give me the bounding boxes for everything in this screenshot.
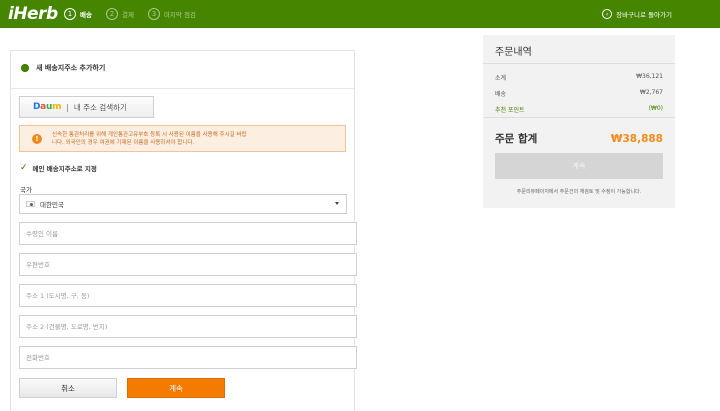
divider (483, 63, 675, 64)
step-label: 배송 (80, 11, 92, 19)
country-label: 국가 (20, 186, 32, 194)
shipping-row: 배송 ₩2,767 (495, 89, 663, 98)
daum-logo: Daum (33, 102, 62, 112)
chevron-down-icon (335, 202, 339, 205)
step-number: 3 (147, 8, 160, 20)
summary-continue-button[interactable]: 계속 (495, 153, 663, 179)
step-payment: 2 결제 (105, 8, 134, 20)
order-total-label: 주문 합계 (495, 133, 538, 145)
row-label: 추천 포인트 (495, 107, 525, 114)
recipient-name-input[interactable] (19, 222, 357, 245)
country-select[interactable]: 대한민국 (19, 194, 347, 214)
new-address-radio[interactable] (21, 64, 29, 72)
step-final-review: 3 마지막 점검 (147, 8, 196, 20)
chevron-left-icon: ‹ (602, 9, 613, 19)
summary-title: 주문내역 (495, 47, 532, 58)
new-address-header[interactable]: 새 배송지주소 추가하기 (21, 63, 105, 73)
row-label: 배송 (495, 91, 507, 98)
address-line-1-input[interactable] (19, 284, 357, 307)
postal-code-input[interactable] (19, 253, 357, 276)
name-notice: ! 신속한 통관처리를 위해 개인통관고유부호 등록 시 사용된 이름을 사용해… (19, 125, 346, 152)
checkout-steps: 1 배송 2 결제 3 마지막 점검 (64, 8, 210, 20)
default-address-checkbox[interactable]: ✓ 메인 배송지주소로 지정 (20, 163, 97, 173)
summary-note: 주문리뷰페이지에서 주문건의 재검토 및 수정이 가능합니다. (516, 189, 642, 195)
divider (11, 88, 354, 89)
iherb-logo[interactable]: iHerb (8, 4, 58, 24)
notice-text: 신속한 통관처리를 위해 개인통관고유부호 등록 시 사용된 이름을 사용해 주… (52, 131, 247, 147)
back-to-cart-link[interactable]: ‹ 장바구니로 돌아가기 (602, 9, 672, 19)
daum-address-search-button[interactable]: Daum | 내 주소 검색하기 (19, 96, 154, 118)
country-value: 대한민국 (40, 201, 64, 209)
row-label: 소계 (495, 75, 507, 82)
warning-icon: ! (32, 133, 42, 144)
step-shipping: 1 배송 (64, 8, 92, 20)
row-value: (₩0) (648, 105, 663, 112)
step-number: 2 (105, 8, 118, 20)
shipping-address-panel: 새 배송지주소 추가하기 Daum | 내 주소 검색하기 ! 신속한 통관처리… (10, 50, 357, 411)
step-label: 결제 (121, 11, 134, 19)
continue-button[interactable]: 계속 (127, 378, 225, 398)
cancel-button[interactable]: 취소 (19, 378, 117, 398)
reward-points-row: 추천 포인트 (₩0) (495, 105, 663, 114)
back-to-cart-label: 장바구니로 돌아가기 (616, 11, 672, 19)
korea-flag-icon (26, 201, 35, 207)
notice-line-1: 신속한 통관처리를 위해 개인통관고유부호 등록 시 사용된 이름을 사용해 주… (52, 131, 247, 138)
checkout-header: iHerb 1 배송 2 결제 3 마지막 점검 ‹ 장바구니로 돌아가기 (0, 0, 720, 28)
step-number: 1 (64, 8, 76, 20)
subtotal-row: 소계 ₩36,121 (495, 73, 663, 82)
daum-button-label: 내 주소 검색하기 (73, 102, 127, 112)
phone-number-input[interactable] (19, 346, 357, 369)
order-total-row: 주문 합계 ₩38,888 (495, 131, 663, 146)
address-line-2-input[interactable] (19, 315, 357, 338)
notice-line-2: 니다. 외국인의 경우 여권에 기재된 이름을 사용하셔야 합니다. (52, 139, 195, 146)
separator: | (66, 102, 69, 112)
row-value: ₩2,767 (639, 89, 663, 96)
order-summary: 주문내역 소계 ₩36,121 배송 ₩2,767 추천 포인트 (₩0) 주문… (483, 35, 675, 208)
default-address-label: 메인 배송지주소로 지정 (32, 165, 97, 173)
order-total-value: ₩38,888 (610, 133, 663, 145)
step-label: 마지막 점검 (163, 11, 196, 19)
row-value: ₩36,121 (636, 73, 663, 80)
checkmark-icon: ✓ (20, 163, 28, 173)
section-title: 새 배송지주소 추가하기 (36, 64, 106, 72)
divider (483, 117, 675, 118)
